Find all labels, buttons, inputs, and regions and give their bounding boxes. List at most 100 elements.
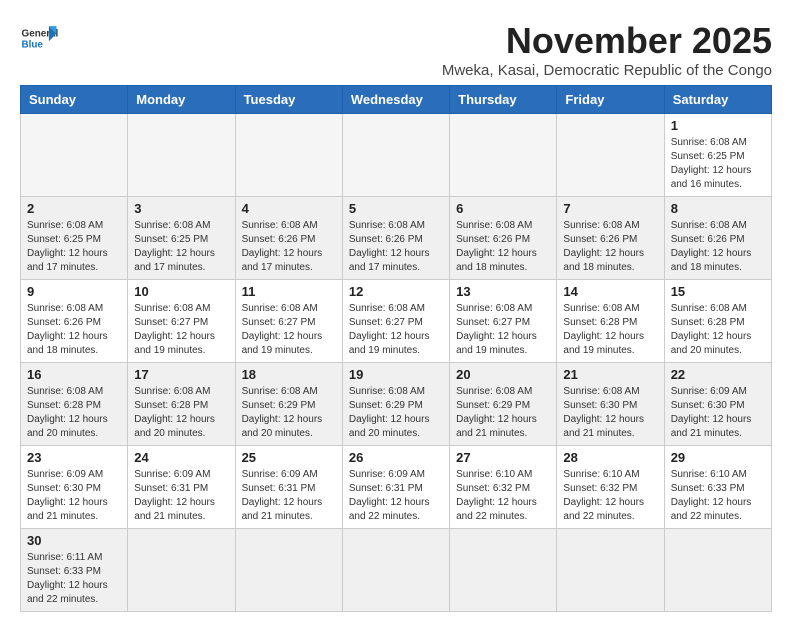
calendar-day-cell [664, 529, 771, 612]
calendar-week-row: 1 Sunrise: 6:08 AM Sunset: 6:25 PM Daylig… [21, 114, 772, 197]
calendar-day-cell: 23 Sunrise: 6:09 AM Sunset: 6:30 PM Dayli… [21, 446, 128, 529]
calendar-day-cell: 21 Sunrise: 6:08 AM Sunset: 6:30 PM Dayli… [557, 363, 664, 446]
day-info: Sunrise: 6:08 AM Sunset: 6:30 PM Dayligh… [563, 385, 657, 441]
day-number: 13 [456, 284, 550, 299]
day-number: 15 [671, 284, 765, 299]
day-number: 29 [671, 450, 765, 465]
day-number: 10 [134, 284, 228, 299]
day-info: Sunrise: 6:08 AM Sunset: 6:28 PM Dayligh… [134, 385, 228, 441]
calendar-day-cell: 22 Sunrise: 6:09 AM Sunset: 6:30 PM Dayli… [664, 363, 771, 446]
day-number: 25 [242, 450, 336, 465]
subtitle: Mweka, Kasai, Democratic Republic of the… [442, 62, 772, 79]
day-info: Sunrise: 6:08 AM Sunset: 6:26 PM Dayligh… [242, 219, 336, 275]
day-number: 28 [563, 450, 657, 465]
day-info: Sunrise: 6:09 AM Sunset: 6:31 PM Dayligh… [134, 468, 228, 524]
day-number: 4 [242, 201, 336, 216]
day-info: Sunrise: 6:08 AM Sunset: 6:28 PM Dayligh… [563, 302, 657, 358]
calendar-day-cell: 28 Sunrise: 6:10 AM Sunset: 6:32 PM Dayli… [557, 446, 664, 529]
day-number: 3 [134, 201, 228, 216]
logo: General Blue [20, 20, 58, 58]
calendar-day-cell: 1 Sunrise: 6:08 AM Sunset: 6:25 PM Daylig… [664, 114, 771, 197]
day-info: Sunrise: 6:08 AM Sunset: 6:26 PM Dayligh… [563, 219, 657, 275]
calendar-day-cell: 16Sunrise: 6:08 AM Sunset: 6:28 PM Dayli… [21, 363, 128, 446]
col-header-monday: Monday [128, 86, 235, 114]
day-number: 21 [563, 367, 657, 382]
calendar-day-cell: 27Sunrise: 6:10 AM Sunset: 6:32 PM Dayli… [450, 446, 557, 529]
day-info: Sunrise: 6:08 AM Sunset: 6:29 PM Dayligh… [349, 385, 443, 441]
svg-text:Blue: Blue [22, 39, 44, 50]
day-info: Sunrise: 6:09 AM Sunset: 6:30 PM Dayligh… [27, 468, 121, 524]
calendar-day-cell: 20 Sunrise: 6:08 AM Sunset: 6:29 PM Dayli… [450, 363, 557, 446]
day-number: 17 [134, 367, 228, 382]
calendar-day-cell: 8 Sunrise: 6:08 AM Sunset: 6:26 PM Daylig… [664, 197, 771, 280]
calendar-day-cell: 5Sunrise: 6:08 AM Sunset: 6:26 PM Daylig… [342, 197, 449, 280]
calendar-table: SundayMondayTuesdayWednesdayThursdayFrid… [20, 85, 772, 612]
col-header-sunday: Sunday [21, 86, 128, 114]
day-info: Sunrise: 6:08 AM Sunset: 6:28 PM Dayligh… [671, 302, 765, 358]
calendar-day-cell: 3 Sunrise: 6:08 AM Sunset: 6:25 PM Daylig… [128, 197, 235, 280]
day-info: Sunrise: 6:08 AM Sunset: 6:25 PM Dayligh… [671, 136, 765, 192]
day-info: Sunrise: 6:10 AM Sunset: 6:32 PM Dayligh… [563, 468, 657, 524]
day-number: 14 [563, 284, 657, 299]
day-number: 22 [671, 367, 765, 382]
col-header-thursday: Thursday [450, 86, 557, 114]
day-number: 5 [349, 201, 443, 216]
day-info: Sunrise: 6:08 AM Sunset: 6:29 PM Dayligh… [242, 385, 336, 441]
day-number: 11 [242, 284, 336, 299]
day-info: Sunrise: 6:08 AM Sunset: 6:25 PM Dayligh… [134, 219, 228, 275]
day-info: Sunrise: 6:09 AM Sunset: 6:31 PM Dayligh… [242, 468, 336, 524]
calendar-day-cell [450, 529, 557, 612]
month-title: November 2025 [442, 20, 772, 62]
calendar-day-cell [557, 114, 664, 197]
calendar-day-cell: 6 Sunrise: 6:08 AM Sunset: 6:26 PM Daylig… [450, 197, 557, 280]
calendar-day-cell [128, 114, 235, 197]
calendar-day-cell: 17 Sunrise: 6:08 AM Sunset: 6:28 PM Dayli… [128, 363, 235, 446]
day-info: Sunrise: 6:08 AM Sunset: 6:26 PM Dayligh… [671, 219, 765, 275]
col-header-tuesday: Tuesday [235, 86, 342, 114]
day-number: 1 [671, 118, 765, 133]
calendar-day-cell [450, 114, 557, 197]
day-info: Sunrise: 6:10 AM Sunset: 6:32 PM Dayligh… [456, 468, 550, 524]
calendar-day-cell: 14 Sunrise: 6:08 AM Sunset: 6:28 PM Dayli… [557, 280, 664, 363]
calendar-day-cell: 26 Sunrise: 6:09 AM Sunset: 6:31 PM Dayli… [342, 446, 449, 529]
day-info: Sunrise: 6:09 AM Sunset: 6:31 PM Dayligh… [349, 468, 443, 524]
calendar-day-cell: 15 Sunrise: 6:08 AM Sunset: 6:28 PM Dayli… [664, 280, 771, 363]
calendar-day-cell: 19Sunrise: 6:08 AM Sunset: 6:29 PM Dayli… [342, 363, 449, 446]
day-number: 6 [456, 201, 550, 216]
day-number: 20 [456, 367, 550, 382]
calendar-week-row: 2 Sunrise: 6:08 AM Sunset: 6:25 PM Daylig… [21, 197, 772, 280]
calendar-week-row: 23 Sunrise: 6:09 AM Sunset: 6:30 PM Dayli… [21, 446, 772, 529]
day-number: 24 [134, 450, 228, 465]
calendar-day-cell [557, 529, 664, 612]
calendar-day-cell: 7Sunrise: 6:08 AM Sunset: 6:26 PM Daylig… [557, 197, 664, 280]
calendar-day-cell: 25 Sunrise: 6:09 AM Sunset: 6:31 PM Dayli… [235, 446, 342, 529]
day-info: Sunrise: 6:08 AM Sunset: 6:29 PM Dayligh… [456, 385, 550, 441]
day-info: Sunrise: 6:08 AM Sunset: 6:27 PM Dayligh… [349, 302, 443, 358]
day-number: 18 [242, 367, 336, 382]
calendar-day-cell [235, 529, 342, 612]
day-info: Sunrise: 6:08 AM Sunset: 6:26 PM Dayligh… [27, 302, 121, 358]
calendar-day-cell: 4 Sunrise: 6:08 AM Sunset: 6:26 PM Daylig… [235, 197, 342, 280]
day-number: 2 [27, 201, 121, 216]
day-number: 26 [349, 450, 443, 465]
calendar-day-cell: 29Sunrise: 6:10 AM Sunset: 6:33 PM Dayli… [664, 446, 771, 529]
calendar-day-cell [21, 114, 128, 197]
col-header-saturday: Saturday [664, 86, 771, 114]
day-info: Sunrise: 6:11 AM Sunset: 6:33 PM Dayligh… [27, 551, 121, 607]
calendar-day-cell: 12 Sunrise: 6:08 AM Sunset: 6:27 PM Dayli… [342, 280, 449, 363]
day-info: Sunrise: 6:08 AM Sunset: 6:27 PM Dayligh… [242, 302, 336, 358]
day-info: Sunrise: 6:08 AM Sunset: 6:26 PM Dayligh… [456, 219, 550, 275]
day-info: Sunrise: 6:09 AM Sunset: 6:30 PM Dayligh… [671, 385, 765, 441]
day-number: 23 [27, 450, 121, 465]
header: General Blue November 2025 Mweka, Kasai,… [20, 20, 772, 79]
day-number: 12 [349, 284, 443, 299]
col-header-wednesday: Wednesday [342, 86, 449, 114]
col-header-friday: Friday [557, 86, 664, 114]
calendar-day-cell: 24 Sunrise: 6:09 AM Sunset: 6:31 PM Dayli… [128, 446, 235, 529]
calendar-day-cell: 13Sunrise: 6:08 AM Sunset: 6:27 PM Dayli… [450, 280, 557, 363]
day-number: 8 [671, 201, 765, 216]
calendar-day-cell [235, 114, 342, 197]
calendar-week-row: 30 Sunrise: 6:11 AM Sunset: 6:33 PM Dayli… [21, 529, 772, 612]
title-area: November 2025 Mweka, Kasai, Democratic R… [442, 20, 772, 79]
day-number: 30 [27, 533, 121, 548]
